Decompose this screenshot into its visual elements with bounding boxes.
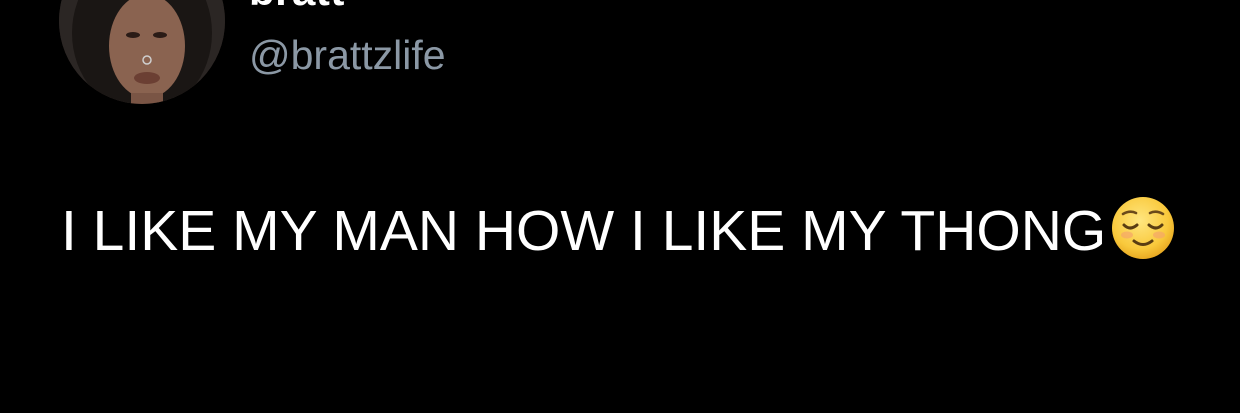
avatar[interactable] bbox=[59, 0, 225, 104]
tweet-text: I LIKE MY MAN HOW I LIKE MY THONG bbox=[61, 183, 1181, 279]
relieved-face-emoji-icon bbox=[1112, 197, 1175, 259]
tweet: bratt @brattzlife I LIKE MY MAN HOW I LI… bbox=[0, 0, 1240, 413]
avatar-image bbox=[59, 0, 225, 104]
user-handle[interactable]: @brattzlife bbox=[249, 33, 446, 77]
tweet-text-content: I LIKE MY MAN HOW I LIKE MY THONG bbox=[61, 199, 1107, 263]
display-name[interactable]: bratt bbox=[249, 0, 345, 12]
